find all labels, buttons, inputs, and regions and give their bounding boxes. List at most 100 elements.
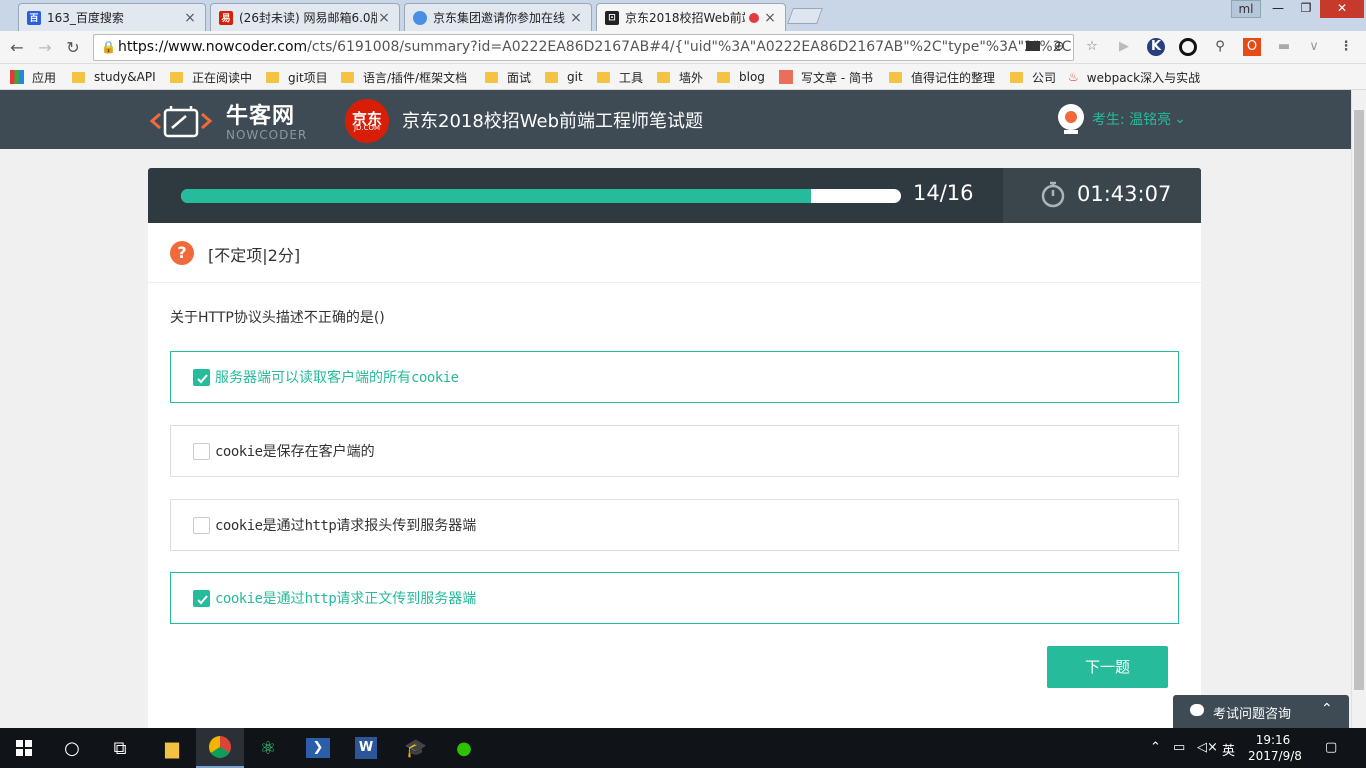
bookmark-item[interactable]: ♨ webpack深入与实战 bbox=[1068, 68, 1200, 86]
url-path: /cts/6191008/summary?id=A0222EA86D2167AB… bbox=[307, 39, 1072, 55]
bookmark-item[interactable]: blog bbox=[717, 68, 765, 86]
bookmark-item[interactable]: 面试 bbox=[485, 68, 531, 86]
bookmark-item[interactable]: 正在阅读中 bbox=[170, 68, 252, 86]
stopwatch-icon bbox=[1039, 180, 1067, 208]
close-icon[interactable]: × bbox=[377, 10, 391, 26]
folder-icon bbox=[597, 71, 610, 83]
file-explorer-icon[interactable]: ▆ bbox=[148, 728, 196, 768]
circle-extension-icon[interactable] bbox=[1179, 38, 1197, 56]
bookmark-item[interactable]: study&API bbox=[72, 68, 156, 86]
tab-title: 京东集团邀请你参加在线 bbox=[433, 11, 566, 25]
camera-icon[interactable] bbox=[1026, 41, 1040, 51]
clock-date: 2017/9/8 bbox=[1248, 749, 1302, 763]
tab-jd-invite[interactable]: 京东集团邀请你参加在线 × bbox=[404, 3, 592, 31]
zoom-icon[interactable]: ⊕ bbox=[1050, 38, 1068, 56]
play-extension-icon[interactable]: ▶ bbox=[1115, 38, 1133, 56]
tab-nowcoder-exam[interactable]: ⊡ 京东2018校招Web前端 × bbox=[596, 3, 786, 31]
apps-icon bbox=[10, 70, 24, 84]
notification-icon[interactable]: ▢ bbox=[1325, 740, 1337, 755]
next-question-button[interactable]: 下一题 bbox=[1047, 646, 1168, 688]
app-icon[interactable]: ⚛ bbox=[244, 728, 292, 768]
close-icon[interactable]: × bbox=[183, 10, 197, 26]
reload-icon[interactable]: ↻ bbox=[62, 37, 84, 59]
checkbox[interactable] bbox=[193, 369, 210, 386]
bookmark-item[interactable]: git bbox=[545, 68, 583, 86]
office-icon[interactable]: O bbox=[1243, 38, 1261, 56]
back-icon[interactable]: ← bbox=[6, 37, 28, 59]
volume-icon[interactable]: ◁× bbox=[1197, 740, 1218, 755]
network-icon[interactable]: ▭ bbox=[1173, 740, 1185, 755]
bookmark-item[interactable]: 墙外 bbox=[657, 68, 703, 86]
checkbox[interactable] bbox=[193, 590, 210, 607]
option-text: cookie是通过http请求报头传到服务器端 bbox=[215, 518, 477, 534]
clock-time: 19:16 bbox=[1255, 733, 1291, 747]
page-info-icon[interactable]: 🔒 bbox=[101, 35, 116, 60]
system-clock[interactable]: 19:16 2017/9/8 bbox=[1248, 732, 1302, 764]
close-window-icon[interactable]: ✕ bbox=[1320, 0, 1364, 18]
candidate-menu[interactable]: 考生: 温铭亮 ⌄ bbox=[1058, 104, 1186, 134]
forward-icon[interactable]: → bbox=[34, 37, 56, 59]
option-d[interactable]: cookie是通过http请求正文传到服务器端 bbox=[170, 572, 1179, 624]
consult-panel[interactable]: 考试问题咨询 ⌃ bbox=[1173, 695, 1349, 728]
bookmark-item[interactable]: 语言/插件/框架文档 bbox=[341, 68, 467, 86]
close-icon[interactable]: × bbox=[569, 10, 583, 26]
minimize-icon[interactable]: — bbox=[1264, 0, 1292, 18]
bookmark-label: 面试 bbox=[507, 70, 532, 85]
address-bar[interactable]: 🔒 https://www.nowcoder.com/cts/6191008/s… bbox=[93, 34, 1074, 61]
jd-company-badge: 京东 JD.COM bbox=[345, 99, 389, 143]
new-tab-button[interactable] bbox=[787, 8, 823, 24]
question-header: ? [不定项|2分] bbox=[148, 223, 1201, 283]
extension-icon[interactable]: ▬ bbox=[1275, 38, 1293, 56]
chevron-up-icon[interactable]: ⌃ bbox=[1321, 701, 1333, 717]
tab-baidu[interactable]: 百 163_百度搜索 × bbox=[18, 3, 206, 31]
bookmark-item[interactable]: 写文章 - 简书 bbox=[779, 68, 873, 86]
checkbox[interactable] bbox=[193, 517, 210, 534]
folder-icon bbox=[72, 71, 85, 83]
progress-count: 14/16 bbox=[913, 181, 974, 205]
search-icon[interactable]: ○ bbox=[48, 728, 96, 768]
tab-title: 163_百度搜索 bbox=[47, 11, 124, 25]
question-text: 关于HTTP协议头描述不正确的是() bbox=[170, 310, 385, 326]
chrome-taskbar-icon[interactable] bbox=[196, 728, 244, 768]
nowcoder-logo[interactable]: 牛客网 NOWCODER bbox=[148, 98, 308, 144]
bookmark-item[interactable]: git项目 bbox=[266, 68, 328, 86]
checkbox[interactable] bbox=[193, 443, 210, 460]
restore-icon[interactable]: ❐ bbox=[1292, 0, 1320, 18]
badge-subtext: JD.COM bbox=[353, 124, 381, 132]
windows-start-icon[interactable] bbox=[0, 728, 48, 768]
browser-tab-strip: 百 163_百度搜索 × 易 (26封未读) 网易邮箱6.0版 × 京东集团邀请… bbox=[0, 0, 1366, 31]
k-extension-icon[interactable]: K bbox=[1147, 38, 1165, 56]
tab-163-mail[interactable]: 易 (26封未读) 网易邮箱6.0版 × bbox=[210, 3, 400, 31]
option-a[interactable]: 服务器端可以读取客户端的所有cookie bbox=[170, 351, 1179, 403]
logo-cn: 牛客网 bbox=[226, 104, 296, 129]
bookmark-item[interactable]: 工具 bbox=[597, 68, 643, 86]
word-icon[interactable]: W bbox=[342, 728, 390, 768]
star-icon[interactable]: ☆ bbox=[1083, 38, 1101, 56]
bookmarks-bar: 应用 study&API 正在阅读中 git项目 语言/插件/框架文档 面试 g… bbox=[0, 64, 1366, 90]
arrow-extension-icon[interactable]: ∨ bbox=[1305, 38, 1323, 56]
graduation-cap-icon[interactable]: 🎓 bbox=[392, 728, 440, 768]
powershell-icon[interactable]: ❯ bbox=[294, 728, 342, 768]
bookmark-apps[interactable]: 应用 bbox=[10, 68, 56, 86]
scrollbar-thumb[interactable] bbox=[1354, 110, 1364, 690]
profile-button[interactable]: ml bbox=[1231, 0, 1261, 18]
task-view-icon[interactable]: ⧉ bbox=[96, 728, 144, 768]
chevron-up-icon[interactable]: ⌃ bbox=[1150, 740, 1161, 755]
progress-bar bbox=[181, 189, 901, 203]
option-c[interactable]: cookie是通过http请求报头传到服务器端 bbox=[170, 499, 1179, 551]
bookmark-item[interactable]: 值得记住的整理 bbox=[889, 68, 995, 86]
menu-icon[interactable]: ⋮ bbox=[1337, 38, 1355, 56]
folder-icon bbox=[717, 71, 730, 83]
ime-indicator[interactable]: 英 bbox=[1222, 740, 1235, 759]
bookmark-label: webpack深入与实战 bbox=[1086, 70, 1201, 85]
bookmark-item[interactable]: 公司 bbox=[1010, 68, 1056, 86]
question-icon: ? bbox=[170, 241, 194, 265]
page-scrollbar[interactable] bbox=[1351, 90, 1366, 728]
wechat-icon[interactable]: ● bbox=[440, 728, 488, 768]
eyedropper-icon[interactable]: ⚲ bbox=[1211, 38, 1229, 56]
option-b[interactable]: cookie是保存在客户端的 bbox=[170, 425, 1179, 477]
close-icon[interactable]: × bbox=[763, 10, 777, 26]
option-text: cookie是保存在客户端的 bbox=[215, 444, 375, 460]
folder-icon bbox=[657, 71, 670, 83]
bookmark-label: study&API bbox=[94, 70, 156, 84]
